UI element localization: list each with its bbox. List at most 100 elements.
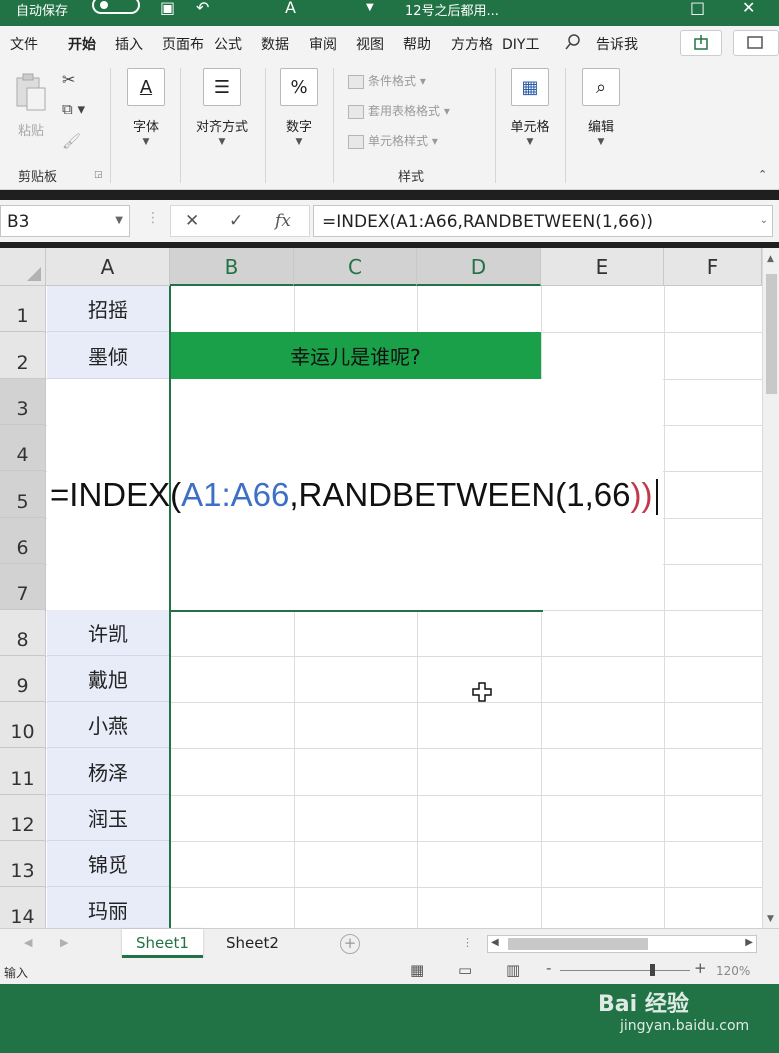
confirm-icon[interactable]: ✓ <box>229 211 243 231</box>
column-header-e[interactable]: E <box>541 248 664 286</box>
column-header-c[interactable]: C <box>294 248 417 286</box>
row-header-5[interactable]: 5 <box>0 471 46 518</box>
cell-formula-editor[interactable]: =INDEX(A1:A66,RANDBETWEEN(1,66)) <box>50 476 659 516</box>
tab-file[interactable]: 文件 <box>10 34 38 54</box>
horizontal-scrollbar[interactable]: ◀ ▶ <box>487 935 757 953</box>
page-break-view-icon[interactable]: ▥ <box>506 961 520 979</box>
cell-a1[interactable]: 招摇 <box>47 286 169 332</box>
alignment-button[interactable]: ☰ 对齐方式 ▼ <box>190 68 254 147</box>
row-header-14[interactable]: 14 <box>0 887 46 928</box>
cancel-icon[interactable]: ✕ <box>185 211 199 231</box>
cell-a14[interactable]: 玛丽 <box>47 887 169 928</box>
insert-function-icon[interactable]: fx <box>275 211 291 231</box>
next-sheet-icon[interactable]: ▶ <box>60 936 68 949</box>
format-painter-icon[interactable]: 🖌 <box>62 132 81 150</box>
cell-a8[interactable]: 许凯 <box>47 610 169 656</box>
save-icon[interactable]: ▣ <box>160 0 175 17</box>
search-icon[interactable] <box>564 33 582 51</box>
tab-home[interactable]: 开始 <box>68 34 96 54</box>
tab-help[interactable]: 帮助 <box>403 34 431 54</box>
cut-icon[interactable]: ✂ <box>62 70 75 89</box>
scroll-thumb[interactable] <box>766 274 777 394</box>
scroll-right-icon[interactable]: ▶ <box>745 937 753 948</box>
scroll-left-icon[interactable]: ◀ <box>491 937 499 948</box>
cell-a10[interactable]: 小燕 <box>47 702 169 748</box>
undo-icon[interactable]: ↶ <box>196 0 209 17</box>
cells-button[interactable]: ▦ 单元格 ▼ <box>506 68 554 147</box>
column-header-b[interactable]: B <box>170 248 294 286</box>
tab-review[interactable]: 审阅 <box>309 34 337 54</box>
select-all-button[interactable] <box>0 248 46 286</box>
column-header-d[interactable]: D <box>417 248 541 286</box>
font-button[interactable]: A 字体 ▼ <box>125 68 167 147</box>
tab-page-layout[interactable]: 页面布 <box>162 34 206 54</box>
quick-access-dropdown-icon[interactable]: ▼ <box>366 2 374 13</box>
add-sheet-icon[interactable]: + <box>340 934 360 954</box>
cell-a2[interactable]: 墨倾 <box>47 332 169 379</box>
name-box-dropdown-icon[interactable]: ▼ <box>115 215 123 226</box>
conditional-format-button[interactable]: 条件格式 ▾ <box>348 72 426 89</box>
tab-diy[interactable]: DIY工 <box>502 34 548 54</box>
cell-a9[interactable]: 戴旭 <box>47 656 169 702</box>
status-bar: 输入 ▦ ▭ ▥ - + 120% <box>0 958 779 984</box>
name-box[interactable]: B3 ▼ <box>0 205 130 237</box>
number-button[interactable]: % 数字 ▼ <box>278 68 320 147</box>
prev-sheet-icon[interactable]: ◀ <box>24 936 32 949</box>
collapse-ribbon-icon[interactable]: ⌃ <box>758 168 767 181</box>
zoom-level[interactable]: 120% <box>716 964 750 978</box>
cell-style-button[interactable]: 单元格样式 ▾ <box>348 132 438 149</box>
close-icon[interactable]: ✕ <box>742 0 755 17</box>
tab-formulas[interactable]: 公式 <box>214 34 242 54</box>
autosave-toggle[interactable] <box>92 0 140 14</box>
font-color-icon[interactable]: A <box>285 0 296 17</box>
formula-input[interactable]: =INDEX(A1:A66,RANDBETWEEN(1,66)) ⌄ <box>313 205 773 237</box>
editing-button[interactable]: ⌕ 编辑 ▼ <box>580 68 622 147</box>
row-header-4[interactable]: 4 <box>0 425 46 471</box>
table-format-icon <box>348 104 364 119</box>
cell-a12[interactable]: 润玉 <box>47 795 169 841</box>
tab-view[interactable]: 视图 <box>356 34 384 54</box>
tab-fangfang[interactable]: 方方格 <box>451 34 493 54</box>
cell-b2-merged[interactable]: 幸运儿是谁呢? <box>170 332 541 379</box>
zoom-out-icon[interactable]: - <box>546 959 551 977</box>
scroll-up-icon[interactable]: ▲ <box>767 254 774 264</box>
chevron-down-icon: ▼ <box>295 137 303 147</box>
paste-button[interactable]: 粘贴 <box>10 72 52 139</box>
page-layout-view-icon[interactable]: ▭ <box>458 961 472 979</box>
expand-formula-icon[interactable]: ⌄ <box>760 215 768 226</box>
scroll-down-icon[interactable]: ▼ <box>767 914 774 924</box>
restore-icon[interactable]: □ <box>690 0 705 17</box>
zoom-in-icon[interactable]: + <box>694 959 707 977</box>
sheet-tab-sheet1[interactable]: Sheet1 <box>122 929 203 958</box>
comments-button[interactable] <box>733 30 779 56</box>
tell-me-label[interactable]: 告诉我 <box>596 34 638 54</box>
row-header-10[interactable]: 10 <box>0 702 46 748</box>
row-header-2[interactable]: 2 <box>0 332 46 379</box>
row-header-9[interactable]: 9 <box>0 656 46 702</box>
row-header-13[interactable]: 13 <box>0 841 46 887</box>
row-header-1[interactable]: 1 <box>0 286 46 332</box>
cell-a13[interactable]: 锦觅 <box>47 841 169 887</box>
row-header-11[interactable]: 11 <box>0 748 46 795</box>
copy-icon[interactable]: ⧉ ▾ <box>62 100 85 118</box>
column-header-f[interactable]: F <box>664 248 762 286</box>
spreadsheet-grid[interactable]: A B C D E F 1 2 3 4 5 6 7 8 9 10 11 12 1… <box>0 248 762 928</box>
cell-a11[interactable]: 杨泽 <box>47 748 169 795</box>
share-button[interactable] <box>680 30 722 56</box>
scroll-thumb[interactable] <box>508 938 648 950</box>
zoom-slider-knob[interactable] <box>650 964 655 976</box>
row-header-12[interactable]: 12 <box>0 795 46 841</box>
tab-insert[interactable]: 插入 <box>115 34 143 54</box>
tab-data[interactable]: 数据 <box>261 34 289 54</box>
table-format-button[interactable]: 套用表格格式 ▾ <box>348 102 450 119</box>
vertical-scrollbar[interactable]: ▲ ▼ <box>762 248 779 928</box>
zoom-slider[interactable] <box>560 970 690 971</box>
row-header-8[interactable]: 8 <box>0 610 46 656</box>
sheet-tab-sheet2[interactable]: Sheet2 <box>212 929 293 958</box>
clipboard-launcher-icon[interactable]: ◲ <box>94 170 103 180</box>
normal-view-icon[interactable]: ▦ <box>410 961 424 979</box>
row-header-3[interactable]: 3 <box>0 379 46 425</box>
row-header-6[interactable]: 6 <box>0 518 46 564</box>
column-header-a[interactable]: A <box>46 248 170 286</box>
row-header-7[interactable]: 7 <box>0 564 46 610</box>
